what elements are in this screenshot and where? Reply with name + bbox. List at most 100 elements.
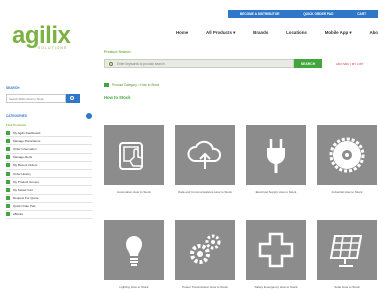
bullet-icon	[6, 163, 10, 168]
category-label[interactable]: Solar How to Stock	[317, 285, 377, 289]
saw-blade-icon	[329, 137, 365, 173]
category-tile[interactable]	[175, 125, 235, 185]
sidebar-item-label: My Product Groups	[13, 179, 39, 184]
category-tile[interactable]	[175, 220, 235, 280]
nav-locations[interactable]: Locations	[286, 30, 307, 36]
search-placeholder: Enter keywords to product search	[117, 62, 165, 66]
bullet-icon	[6, 171, 10, 176]
sidebar-item[interactable]: My Product Groups	[6, 178, 92, 187]
bullet-icon	[6, 212, 10, 217]
category-label[interactable]: Automation How to Stock	[104, 190, 164, 194]
medical-cross-icon	[258, 232, 294, 268]
breadcrumb-text[interactable]: Product Category > How to Stock	[112, 83, 159, 87]
top-link-distributor[interactable]: BECOME A DISTRIBUTOR	[240, 12, 280, 16]
agilix-logo[interactable]: agilix SOLUTIONS	[12, 22, 71, 51]
category-card-lighting[interactable]: Lighting How to Stock	[104, 220, 164, 289]
top-utility-strip: BECOME A DISTRIBUTOR QUICK ORDER PAD CAR…	[228, 10, 378, 18]
bullet-icon	[6, 187, 10, 192]
category-label[interactable]: Data and Communications How to Stock	[175, 190, 235, 194]
product-search-label: Product Search	[104, 50, 131, 54]
category-card-electrical[interactable]: Electrical Supply How to Stock	[246, 125, 306, 194]
sidebar-search: Search Within How to Stock	[6, 94, 92, 103]
bullet-icon	[6, 204, 10, 209]
search-icon	[109, 62, 113, 66]
sidebar-item-label: Order History	[13, 171, 31, 176]
sidebar: SEARCH Search Within How to Stock CATEGO…	[6, 80, 92, 280]
logo-word: agilix	[12, 22, 71, 49]
category-tile[interactable]	[317, 220, 377, 280]
sidebar-search-button[interactable]	[66, 94, 80, 103]
find-products-heading: Find Products	[6, 123, 27, 127]
sidebar-item-label: My Saved Cart	[13, 187, 33, 192]
gears-icon	[190, 234, 221, 264]
bullet-icon	[6, 138, 10, 143]
category-label[interactable]: Industrial How to Stock	[317, 190, 377, 194]
search-button[interactable]: SEARCH	[294, 59, 322, 68]
categories-heading: CATEGORIES	[6, 114, 27, 118]
main-nav: Home All Products ▾ Brands Locations Mob…	[176, 30, 378, 36]
touch-panel-icon	[119, 142, 143, 170]
nav-home[interactable]: Home	[176, 30, 188, 36]
sidebar-item-label: My Agilix Dashboard	[13, 130, 41, 135]
sidebar-item[interactable]: Manage Plans/Items	[6, 137, 92, 146]
category-card-power-transmission[interactable]: Power Transmission How to Stock	[175, 220, 235, 289]
category-tile[interactable]	[317, 125, 377, 185]
top-bar: BECOME A DISTRIBUTOR QUICK ORDER PAD CAR…	[0, 0, 378, 18]
sidebar-item[interactable]: My Recent Orders	[6, 162, 92, 170]
cloud-upload-icon	[187, 140, 222, 169]
category-label[interactable]: Power Transmission How to Stock	[175, 285, 235, 289]
sidebar-item-label: Request For Quote	[13, 196, 39, 201]
nav-mobile-app[interactable]: Mobile App ▾	[325, 30, 352, 36]
nav-all-products[interactable]: All Products ▾	[206, 30, 235, 36]
categories-header: CATEGORIES	[6, 113, 92, 119]
sidebar-item[interactable]: Quick Order Pad	[6, 203, 92, 211]
nav-about[interactable]: Abo	[369, 30, 378, 36]
category-label[interactable]: Safety Emergency How to Stock	[246, 285, 306, 289]
category-card-safety[interactable]: Safety Emergency How to Stock	[246, 220, 306, 289]
sidebar-item-label: Quick Order Pad	[13, 204, 36, 209]
sidebar-item-label: My Recent Orders	[13, 163, 38, 168]
sidebar-item-label: eBooks	[13, 212, 24, 217]
category-card-data-comms[interactable]: Data and Communications How to Stock	[175, 125, 235, 194]
category-card-industrial[interactable]: Industrial How to Stock	[317, 125, 377, 194]
bullet-icon	[6, 130, 10, 135]
solar-panel-icon	[329, 235, 363, 267]
sidebar-item-label: Order Information	[13, 146, 37, 151]
category-tile[interactable]	[104, 220, 164, 280]
sidebar-item[interactable]: Order History	[6, 170, 92, 179]
sidebar-item[interactable]: Order Information	[6, 145, 92, 154]
sidebar-search-heading: SEARCH	[6, 86, 20, 90]
home-icon[interactable]	[104, 83, 109, 88]
category-tile[interactable]	[246, 125, 306, 185]
category-tile[interactable]	[246, 220, 306, 280]
category-label[interactable]: Electrical Supply How to Stock	[246, 190, 306, 194]
top-link-quick-order[interactable]: QUICK ORDER PAD	[303, 12, 333, 16]
search-links[interactable]: ADV SRC | MY LIST	[336, 62, 363, 66]
sidebar-item[interactable]: eBooks	[6, 211, 92, 220]
bullet-icon	[6, 155, 10, 160]
product-search-input[interactable]: Enter keywords to product search	[104, 59, 294, 68]
category-tile[interactable]	[104, 125, 164, 185]
bullet-icon	[6, 196, 10, 201]
light-bulb-icon	[126, 236, 142, 266]
info-icon[interactable]	[86, 113, 92, 119]
bullet-icon	[6, 179, 10, 184]
sidebar-item[interactable]: Manage Alerts	[6, 154, 92, 162]
sidebar-list: My Agilix Dashboard Manage Plans/Items O…	[6, 129, 92, 220]
sidebar-item[interactable]: Request For Quote	[6, 195, 92, 203]
category-card-solar[interactable]: Solar How to Stock	[317, 220, 377, 289]
category-label[interactable]: Lighting How to Stock	[104, 285, 164, 289]
top-link-cart[interactable]: CART	[357, 12, 366, 16]
power-plug-icon	[267, 139, 285, 173]
breadcrumb: Product Category > How to Stock	[104, 83, 159, 88]
sidebar-item[interactable]: My Saved Cart	[6, 186, 92, 195]
logo-tagline: SOLUTIONS	[38, 46, 68, 50]
sidebar-item-label: Manage Plans/Items	[13, 138, 41, 143]
nav-brands[interactable]: Brands	[253, 30, 268, 36]
page-title: How to Stock	[104, 95, 131, 100]
sidebar-item-label: Manage Alerts	[13, 155, 33, 160]
sidebar-item[interactable]: My Agilix Dashboard	[6, 129, 92, 138]
bullet-icon	[6, 146, 10, 151]
sidebar-search-input[interactable]: Search Within How to Stock	[6, 94, 66, 103]
category-card-automation[interactable]: Automation How to Stock	[104, 125, 164, 194]
